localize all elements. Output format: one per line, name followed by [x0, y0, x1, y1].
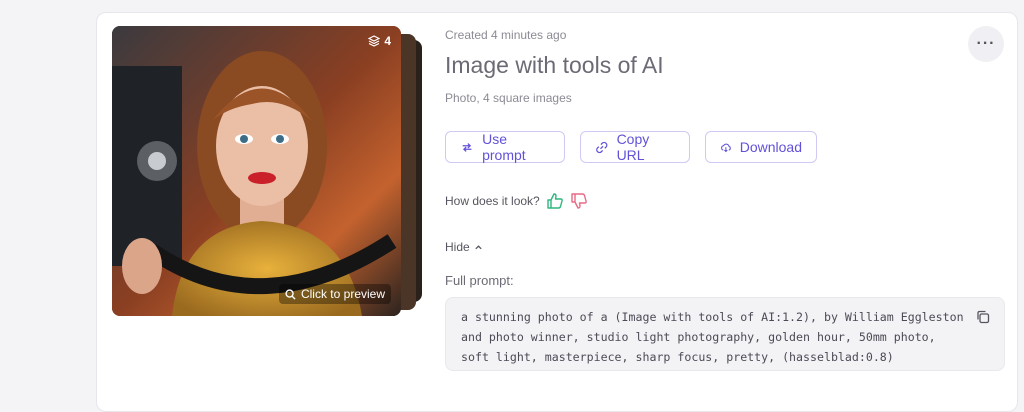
preview-label: Click to preview: [300, 287, 385, 301]
more-dots-icon: ···: [976, 35, 996, 52]
link-icon: [596, 141, 608, 153]
copy-url-button[interactable]: Copy URL: [580, 131, 690, 163]
prompt-box: a stunning photo of a (Image with tools …: [445, 297, 1005, 371]
cloud-download-icon: [721, 143, 731, 152]
hide-prompt-toggle[interactable]: Hide: [445, 240, 483, 254]
copy-icon[interactable]: [976, 310, 990, 324]
image-count-badge: 4: [368, 34, 391, 48]
thumbs-down-icon[interactable]: [570, 192, 588, 210]
download-label: Download: [739, 139, 802, 155]
search-icon: [285, 288, 296, 300]
photo-illustration: [112, 26, 401, 316]
image-count: 4: [384, 34, 391, 48]
hide-label: Hide: [445, 240, 470, 254]
repeat-icon: [462, 142, 472, 152]
image-title: Image with tools of AI: [445, 52, 664, 78]
layers-icon: [368, 35, 381, 47]
prompt-label: Full prompt:: [445, 273, 514, 288]
download-button[interactable]: Download: [705, 131, 817, 163]
feedback-row: How does it look?: [445, 192, 588, 210]
created-time: Created 4 minutes ago: [445, 28, 567, 42]
image-stack[interactable]: 4 Click to preview: [112, 26, 424, 318]
copy-url-label: Copy URL: [616, 131, 650, 163]
more-options-button[interactable]: ···: [968, 26, 1004, 62]
use-prompt-button[interactable]: Use prompt: [445, 131, 565, 163]
use-prompt-label: Use prompt: [482, 131, 526, 163]
preview-hint[interactable]: Click to preview: [278, 284, 391, 304]
feedback-question: How does it look?: [445, 194, 540, 208]
prompt-text: a stunning photo of a (Image with tools …: [461, 310, 964, 364]
chevron-up-icon: [475, 244, 482, 249]
image-subtitle: Photo, 4 square images: [445, 91, 572, 105]
generated-photo[interactable]: 4 Click to preview: [112, 26, 401, 316]
thumbs-up-icon[interactable]: [546, 192, 564, 210]
